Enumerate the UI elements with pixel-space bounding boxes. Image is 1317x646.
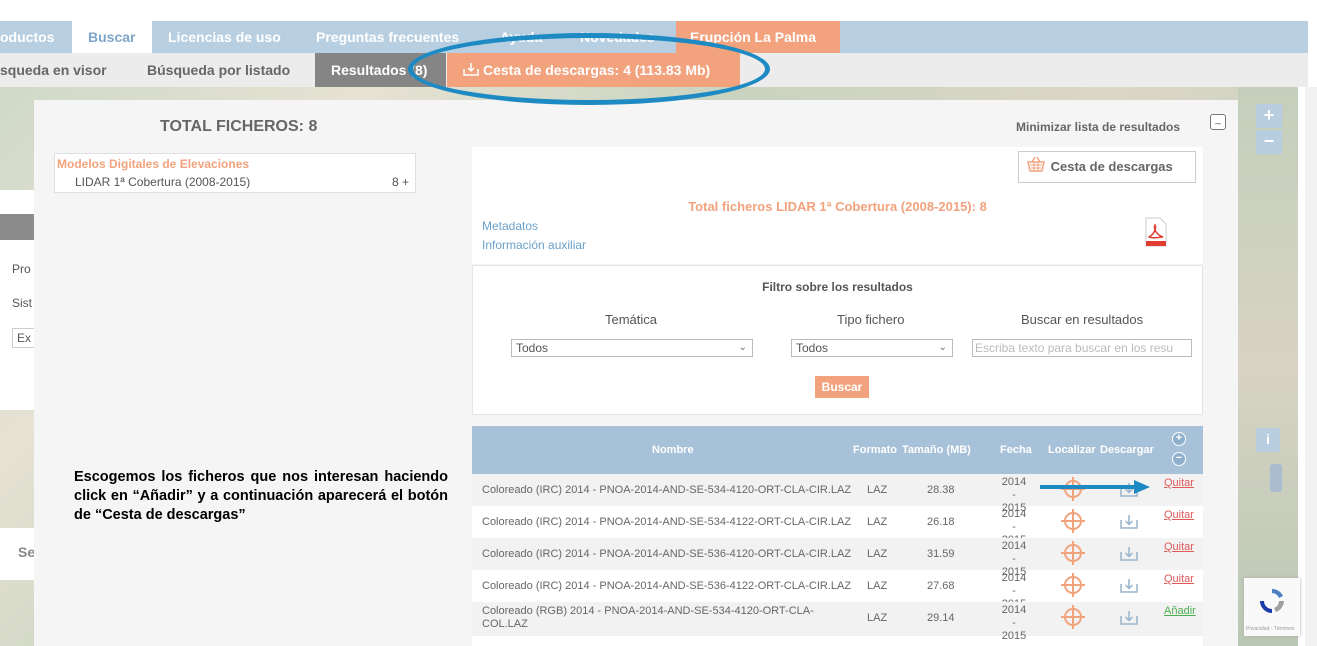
tab-buscar[interactable]: Buscar [72,21,152,53]
results-panel: TOTAL FICHEROS: 8 Minimizar lista de res… [34,100,1238,646]
tab-productos[interactable]: oductos [0,21,72,53]
recaptcha-icon [1257,586,1287,619]
download-icon[interactable] [1120,578,1138,593]
tree-item-count[interactable]: 8 + [392,175,409,189]
header-localizar[interactable]: Localizar [1048,444,1096,456]
expand-all-icon[interactable]: + [1172,432,1186,446]
collapse-all-icon[interactable]: − [1172,452,1186,466]
left-bottom-panel: Se [0,528,36,580]
left-panel-label-2: Sist [12,296,33,310]
chevron-down-icon: ⌄ [738,342,747,353]
minimize-button[interactable]: _ [1210,114,1226,130]
highlight-oval [408,33,770,105]
results-table: Nombre Formato Tamaño (MB) Fecha Localiz… [472,426,1203,646]
tab-busqueda-visor[interactable]: squeda en visor [0,53,107,87]
chevron-down-icon: ⌄ [938,342,947,353]
minimize-results-link[interactable]: Minimizar lista de resultados [1016,120,1180,134]
recaptcha-terms[interactable]: Privacidad - Términos [1246,626,1295,632]
left-panel-header [0,214,34,240]
left-bottom-label: Se [18,544,36,560]
tab-busqueda-listado[interactable]: Búsqueda por listado [147,53,290,87]
search-results-input[interactable]: Escriba texto para buscar en los resu [972,339,1192,357]
filter-box: Filtro sobre los resultados Temática Tip… [472,265,1203,415]
category-tree: Modelos Digitales de Elevaciones LIDAR 1… [54,153,416,193]
table-header: Nombre Formato Tamaño (MB) Fecha Localiz… [472,426,1203,474]
quitar-link[interactable]: Quitar [1164,541,1194,553]
download-icon[interactable] [1120,546,1138,561]
quitar-link[interactable]: Quitar [1164,509,1194,521]
tree-item[interactable]: LIDAR 1ª Cobertura (2008-2015) [75,175,250,189]
cesta-descargas-button[interactable]: Cesta de descargas [1018,151,1196,183]
buscar-resultados-label: Buscar en resultados [1021,312,1144,327]
tematica-select[interactable]: Todos ⌄ [511,339,753,357]
locate-icon[interactable] [1061,509,1085,533]
info-auxiliar-link[interactable]: Información auxiliar [482,238,586,252]
tree-category[interactable]: Modelos Digitales de Elevaciones [57,157,249,171]
quitar-link[interactable]: Quitar [1164,573,1194,585]
instruction-text: Escogemos los ficheros que nos interesan… [74,469,448,523]
info-button[interactable]: i [1256,428,1280,452]
zoom-out-button[interactable]: − [1256,130,1282,154]
total-files-title: TOTAL FICHEROS: 8 [160,118,318,135]
map-slider[interactable] [1270,464,1282,492]
left-partial-panel: Pro Sist Ex [0,190,36,410]
left-panel-label-1: Pro [12,262,31,276]
tipo-fichero-select[interactable]: Todos ⌄ [791,339,953,357]
table-row: Coloreado (RGB) 2014 - PNOA-2014-AND-SE-… [472,602,1203,642]
left-panel-input[interactable]: Ex [12,328,36,348]
header-descargar[interactable]: Descargar [1100,444,1154,456]
page-scrollbar[interactable] [1305,87,1317,646]
header-tamano[interactable]: Tamaño (MB) [902,444,971,456]
download-icon[interactable] [1120,610,1138,625]
map-right-edge[interactable] [1238,87,1298,646]
total-files-line: Total ficheros LIDAR 1ª Cobertura (2008-… [688,199,987,214]
locate-icon[interactable] [1061,573,1085,597]
locate-icon[interactable] [1061,541,1085,565]
locate-icon[interactable] [1061,605,1085,629]
download-icon[interactable] [1120,514,1138,529]
header-fecha[interactable]: Fecha [1000,444,1032,456]
quitar-link[interactable]: Quitar [1164,477,1194,489]
tipo-fichero-label: Tipo fichero [837,312,905,327]
filter-title: Filtro sobre los resultados [762,280,913,294]
tab-licencias[interactable]: Licencias de uso [168,21,281,53]
table-row: Coloreado (IRC) 2014 - PNOA-2014-AND-SE-… [482,572,1194,610]
anadir-link[interactable]: Añadir [1164,605,1196,617]
zoom-in-button[interactable]: + [1256,104,1282,128]
table-row: Coloreado (IRC) 2014 - PNOA-2014-AND-SE-… [472,538,1203,578]
results-header-box: Cesta de descargas Total ficheros LIDAR … [472,147,1203,264]
recaptcha-badge[interactable]: Privacidad - Términos [1244,578,1300,636]
table-row: Coloreado (IRC) 2014 - PNOA-2014-AND-SE-… [482,508,1194,546]
pdf-icon[interactable] [1144,217,1168,250]
header-formato[interactable]: Formato [853,444,897,456]
metadatos-link[interactable]: Metadatos [482,219,538,233]
header-nombre[interactable]: Nombre [652,444,694,456]
buscar-button[interactable]: Buscar [815,376,869,398]
tematica-label: Temática [605,312,658,327]
basket-icon [1027,153,1047,183]
arrow-annotation [1040,480,1152,497]
